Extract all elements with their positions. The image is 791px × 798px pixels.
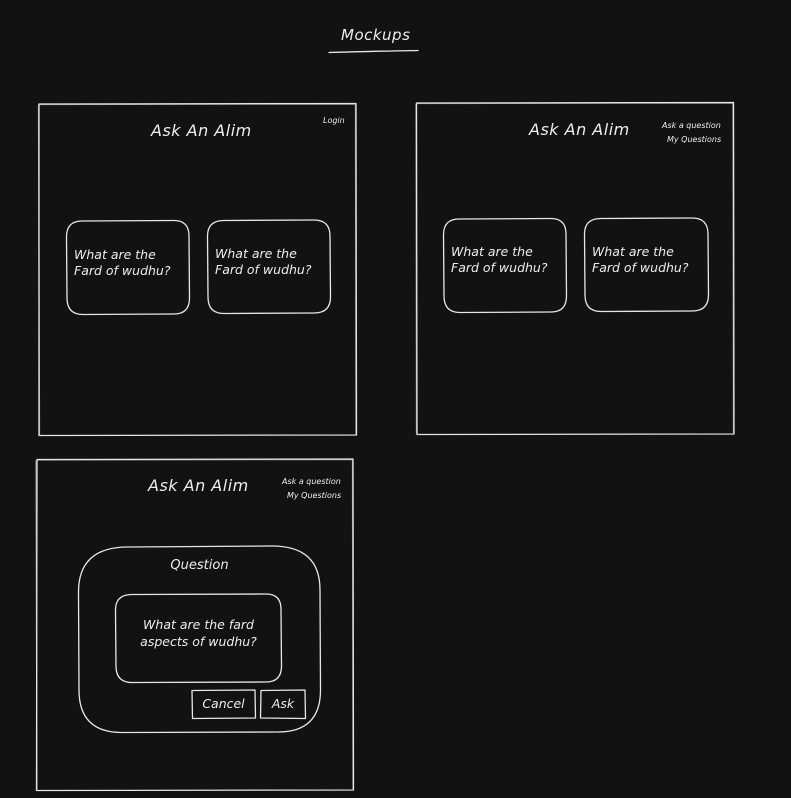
card-text-line2: Fard of wudhu? [215,262,312,277]
card-text-line1: What are the [592,244,674,259]
mockup3-ask-question-link[interactable]: Ask a question [282,475,341,489]
mockup3-my-questions-link[interactable]: My Questions [287,489,341,503]
mockup2-question-card-1[interactable]: What are the Fard of wudhu? [444,219,566,312]
card-text-line1: What are the [215,246,297,261]
question-input-line1: What are the fard [143,617,254,632]
question-input-line2: aspects of wudhu? [140,634,257,649]
card-text-line1: What are the [74,247,156,262]
heading-underline [328,49,419,54]
page-heading: Mockups [341,26,411,44]
card-text-line2: Fard of wudhu? [451,260,548,275]
card-text-line2: Fard of wudhu? [592,260,689,275]
cancel-button-label: Cancel [202,696,245,711]
card-text-line1: What are the [451,244,533,259]
mockup3-app-title: Ask An Alim [148,476,249,495]
mockup1-login-link[interactable]: Login [323,114,345,128]
ask-button[interactable]: Ask [261,690,305,718]
mockup2-question-card-2[interactable]: What are the Fard of wudhu? [585,218,708,311]
mockup2-ask-question-link[interactable]: Ask a question [662,119,721,133]
dialog-title: Question [170,558,229,573]
cancel-button[interactable]: Cancel [192,690,255,718]
ask-button-label: Ask [271,696,295,711]
mockup1-question-card-1[interactable]: What are the Fard of wudhu? [67,221,189,314]
mockup2-my-questions-link[interactable]: My Questions [667,133,721,147]
card-text-line2: Fard of wudhu? [74,263,171,278]
question-input[interactable]: What are the fard aspects of wudhu? [116,594,281,682]
mockup1-app-title: Ask An Alim [151,121,252,140]
mockup2-app-title: Ask An Alim [529,120,630,139]
mockup1-question-card-2[interactable]: What are the Fard of wudhu? [208,220,330,313]
